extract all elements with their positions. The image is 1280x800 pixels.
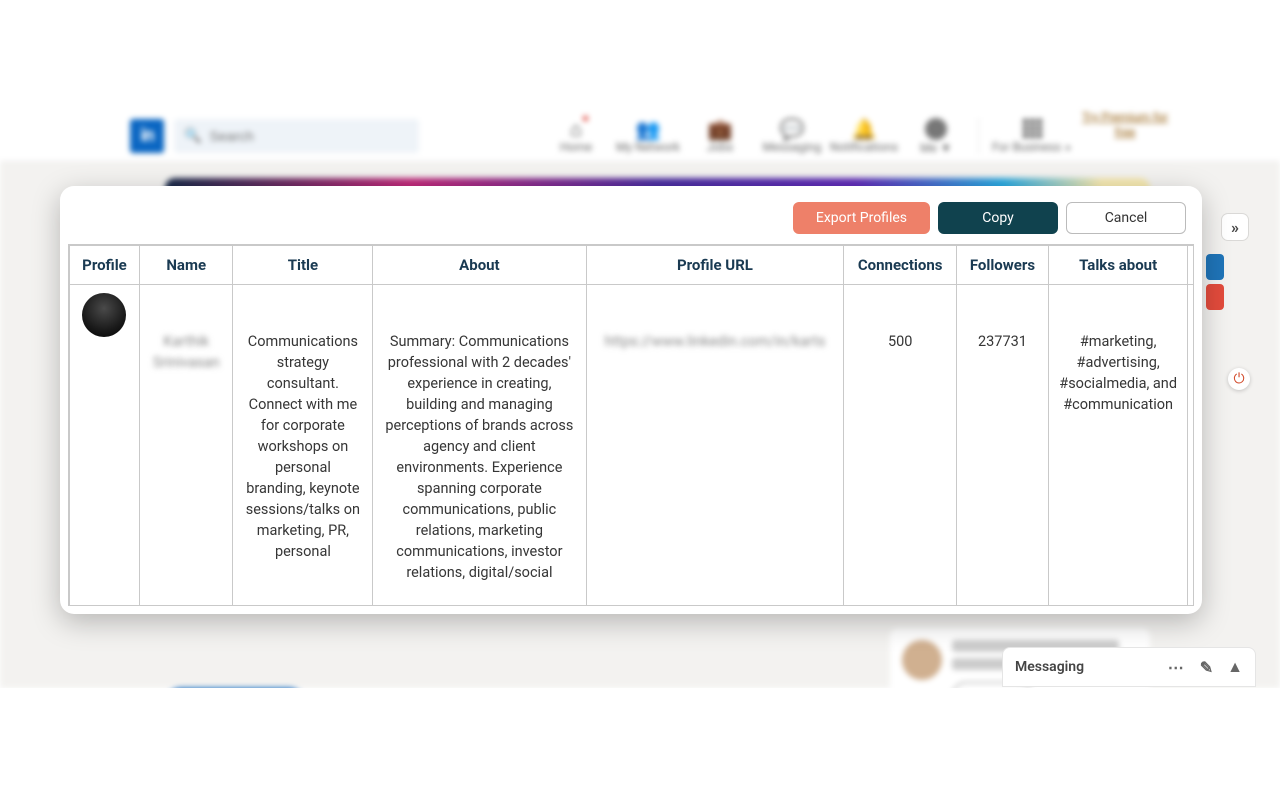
cell-name: Karthik Srinivasan <box>139 285 233 607</box>
th-name: Name <box>139 246 233 285</box>
chevron-up-icon[interactable]: ▲ <box>1227 657 1243 677</box>
th-connections: Connections <box>844 246 957 285</box>
th-about: About <box>373 246 586 285</box>
cell-url: https://www.linkedin.com/in/karts <box>586 285 844 607</box>
profiles-table: Profile Name Title About Profile URL Con… <box>69 245 1194 606</box>
table-scroll-region[interactable]: Profile Name Title About Profile URL Con… <box>68 244 1194 606</box>
th-profile: Profile <box>70 246 140 285</box>
modal-button-row: Export Profiles Copy Cancel <box>66 198 1196 244</box>
cell-about: Summary: Communications professional wit… <box>373 285 586 607</box>
cell-title: Communications strategy consultant. Conn… <box>233 285 373 607</box>
th-url: Profile URL <box>586 246 844 285</box>
th-skills: Skills <box>1188 246 1194 285</box>
more-icon[interactable]: ⋯ <box>1168 658 1186 677</box>
th-title: Title <box>233 246 373 285</box>
cell-followers: 237731 <box>956 285 1048 607</box>
top-margin <box>0 0 1280 110</box>
export-modal: Export Profiles Copy Cancel Profile Name… <box>60 186 1202 614</box>
table-header-row: Profile Name Title About Profile URL Con… <box>70 246 1195 285</box>
messaging-bar[interactable]: Messaging ⋯ ✎ ▲ <box>1002 647 1256 687</box>
cell-profile <box>70 285 140 607</box>
th-talks: Talks about <box>1048 246 1187 285</box>
export-profiles-button[interactable]: Export Profiles <box>793 202 930 234</box>
cell-talks: #marketing, #advertising, #socialmedia, … <box>1048 285 1187 607</box>
messaging-label: Messaging <box>1015 659 1084 675</box>
cancel-button[interactable]: Cancel <box>1066 202 1186 234</box>
table-row: Karthik Srinivasan Communications strate… <box>70 285 1195 607</box>
cell-connections: 500 <box>844 285 957 607</box>
th-followers: Followers <box>956 246 1048 285</box>
cell-skills: Social media,Public Relations <box>1188 285 1194 607</box>
bottom-margin <box>0 688 1280 800</box>
profile-avatar[interactable] <box>82 293 126 337</box>
copy-button[interactable]: Copy <box>938 202 1058 234</box>
compose-icon[interactable]: ✎ <box>1200 658 1213 677</box>
